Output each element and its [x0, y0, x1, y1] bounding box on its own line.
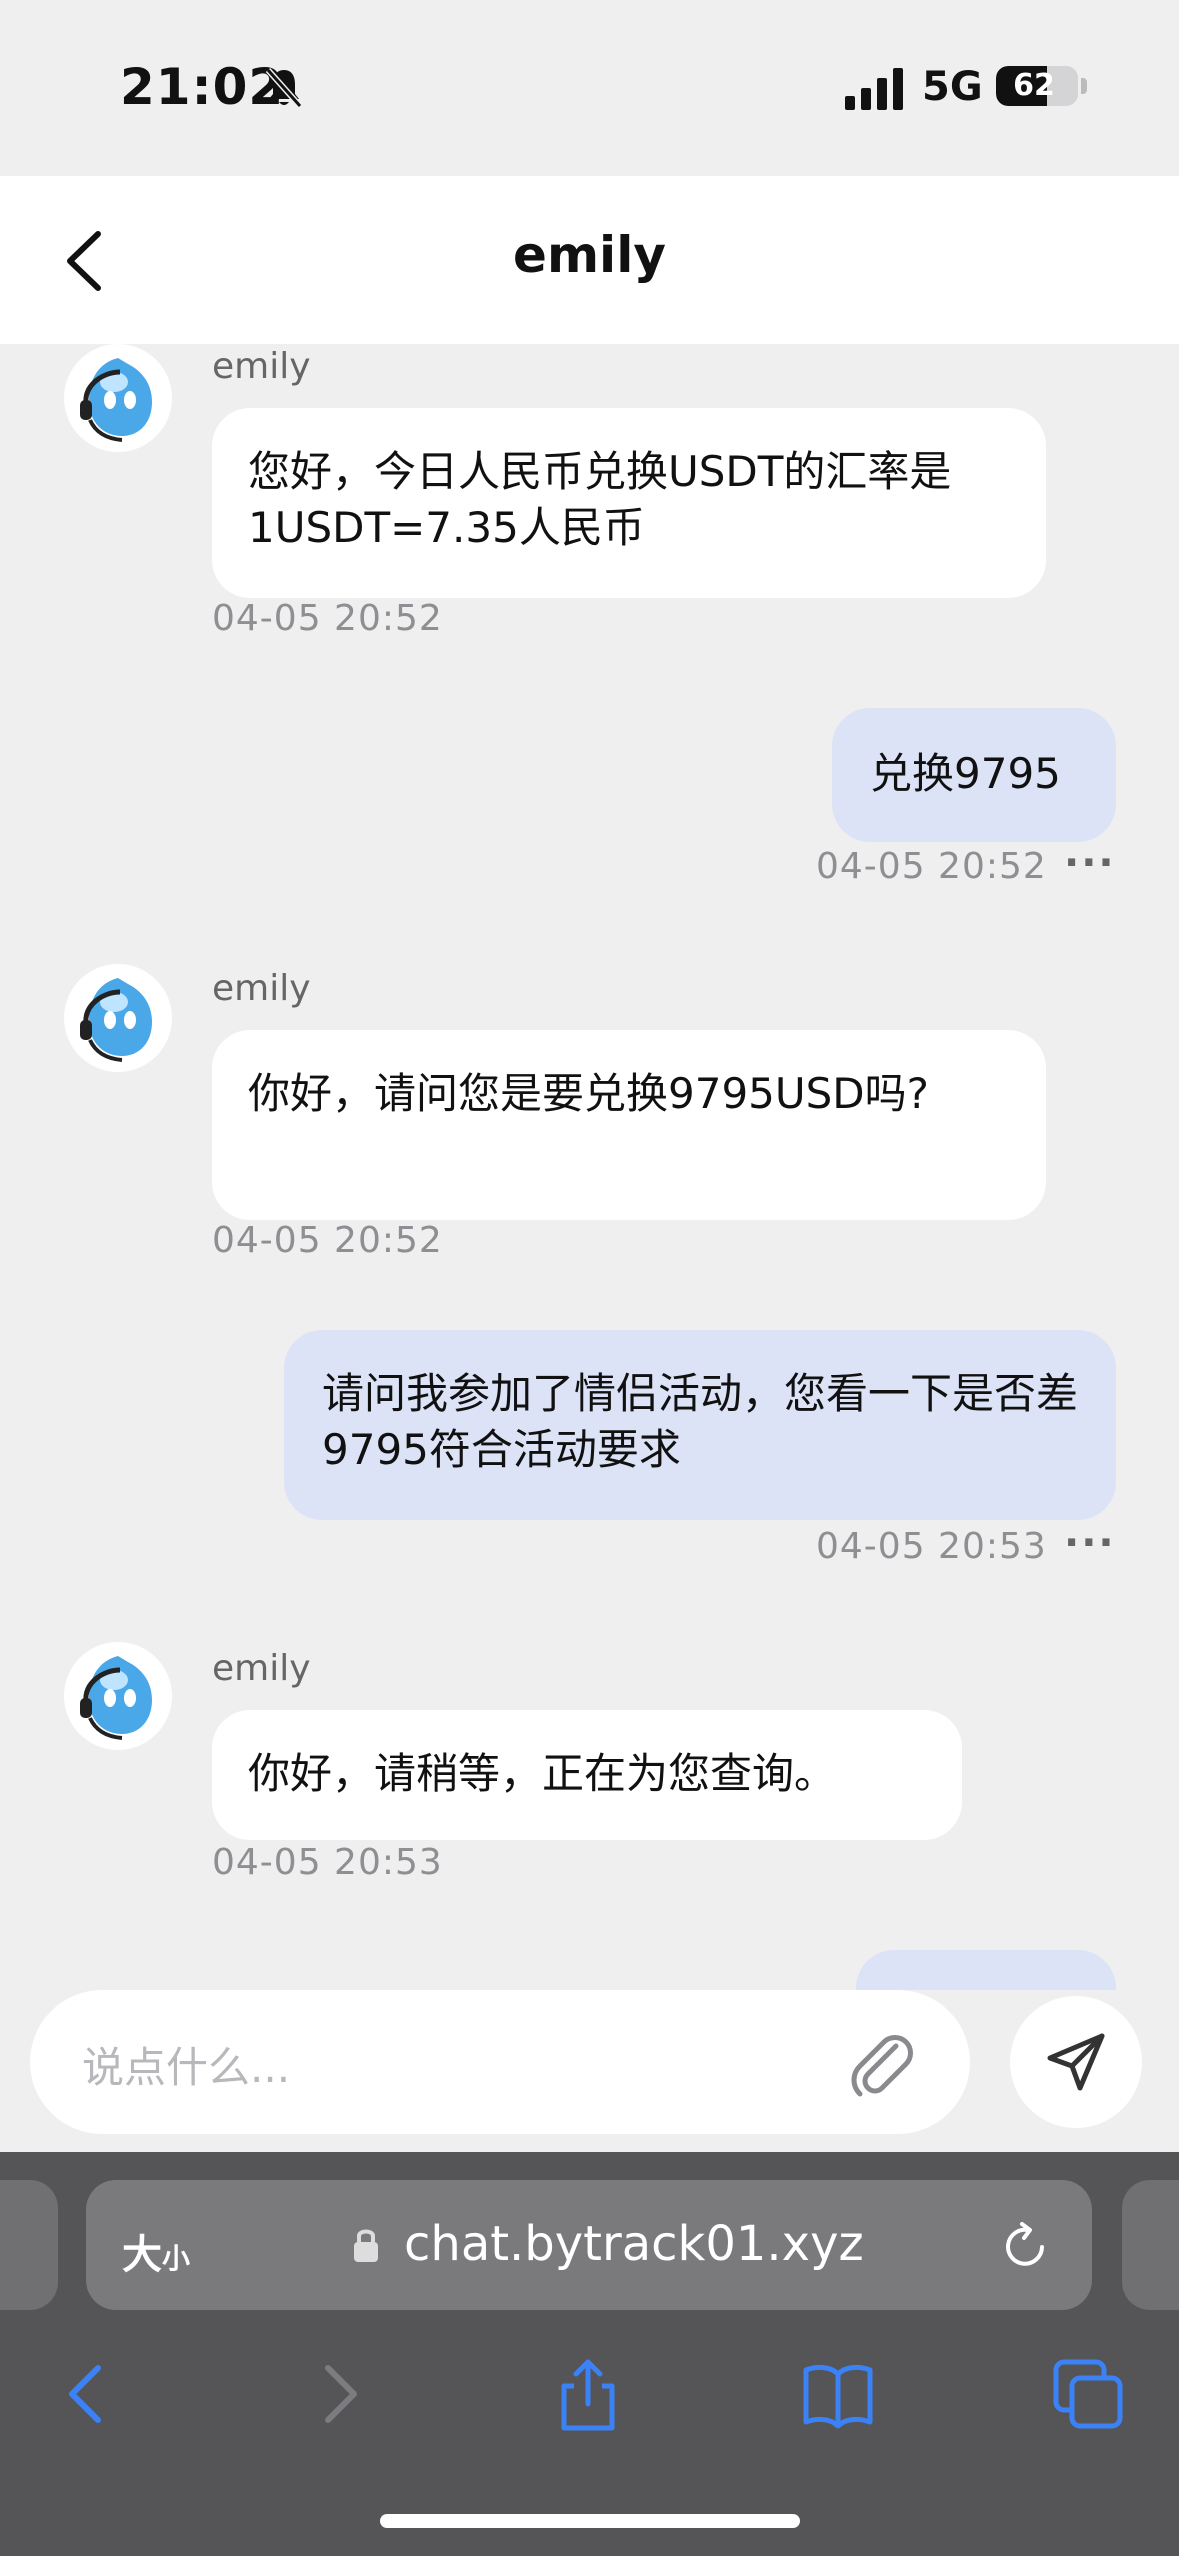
network-type: 5G	[922, 64, 983, 110]
status-time: 21:02	[120, 58, 285, 116]
message-input-placeholder: 说点什么...	[82, 2043, 291, 2092]
home-indicator	[380, 2514, 800, 2528]
lock-icon	[354, 2229, 378, 2262]
text-size-big: 大	[122, 2232, 162, 2278]
send-button[interactable]	[1010, 1996, 1142, 2128]
url-text: chat.bytrack01.xyz	[404, 2216, 864, 2272]
text-size-button[interactable]: 大小	[122, 2222, 190, 2280]
message-time: 04-05 20:53	[212, 1842, 443, 1883]
battery-tip	[1081, 78, 1087, 94]
avatar-icon	[80, 358, 152, 442]
chat-header: emily	[0, 176, 1179, 344]
message-bubble-incoming: 您好，今日人民币兑换USDT的汇率是1USDT=7.35人民币	[212, 408, 1046, 598]
browser-toolbar: 大小 chat.bytrack01.xyz	[0, 2152, 1179, 2556]
browser-forward-icon[interactable]	[300, 2356, 376, 2432]
message-time: 04-05 20:52	[816, 846, 1047, 887]
message-input[interactable]: 说点什么...	[30, 1990, 970, 2134]
share-icon[interactable]	[550, 2356, 626, 2432]
message-sender: emily	[212, 968, 311, 1009]
browser-back-icon[interactable]	[50, 2356, 126, 2432]
text-size-small: 小	[162, 2242, 191, 2275]
avatar[interactable]	[64, 1642, 172, 1750]
next-tab-preview[interactable]	[1122, 2180, 1179, 2310]
message-sender: emily	[212, 1648, 311, 1689]
page-title: emily	[513, 226, 666, 284]
signal-icon	[845, 68, 903, 110]
message-bubble-incoming: 你好，请稍等，正在为您查询。	[212, 1710, 962, 1840]
avatar-icon	[80, 978, 152, 1062]
message-more-button[interactable]: ···	[1064, 1520, 1116, 1566]
message-bubble-incoming: 你好，请问您是要兑换9795USD吗?	[212, 1030, 1046, 1220]
previous-tab-preview[interactable]	[0, 2180, 58, 2310]
battery-level: 62	[1013, 68, 1055, 103]
message-time: 04-05 20:52	[212, 1220, 443, 1261]
status-bar: 21:02 5G 62	[0, 0, 1179, 176]
message-bubble-outgoing: 兑换9795	[832, 708, 1116, 842]
address-bar[interactable]: 大小 chat.bytrack01.xyz	[86, 2180, 1092, 2310]
message-more-button[interactable]: ···	[1064, 840, 1116, 886]
message-time: 04-05 20:52	[212, 598, 443, 639]
message-bubble-outgoing-partial	[856, 1950, 1116, 1990]
message-bubble-outgoing: 请问我参加了情侣活动，您看一下是否差9795符合活动要求	[284, 1330, 1116, 1520]
avatar[interactable]	[64, 964, 172, 1072]
send-icon	[1047, 2033, 1105, 2091]
bell-slash-icon	[265, 68, 303, 108]
bookmarks-icon[interactable]	[800, 2356, 876, 2432]
message-time: 04-05 20:53	[816, 1526, 1047, 1567]
tabs-icon[interactable]	[1050, 2356, 1126, 2432]
reload-icon[interactable]	[998, 2220, 1052, 2274]
avatar[interactable]	[64, 344, 172, 452]
battery-icon: 62	[996, 66, 1078, 106]
paperclip-icon[interactable]	[840, 2024, 920, 2104]
message-sender: emily	[212, 346, 311, 387]
avatar-icon	[80, 1656, 152, 1740]
